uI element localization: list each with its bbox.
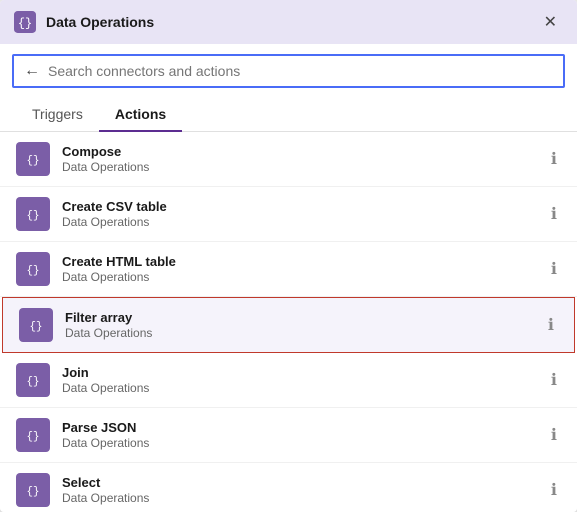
back-button[interactable]: ← [24, 62, 40, 80]
action-text-filter-array: Filter array Data Operations [65, 310, 532, 340]
action-sub-compose: Data Operations [62, 160, 535, 174]
action-name-create-html: Create HTML table [62, 254, 535, 269]
svg-text:{}: {} [27, 376, 40, 388]
action-item-join[interactable]: {} Join Data Operations ℹ [0, 353, 577, 408]
action-sub-select: Data Operations [62, 491, 535, 505]
svg-text:{}: {} [27, 155, 40, 167]
action-text-join: Join Data Operations [62, 365, 535, 395]
action-text-create-csv: Create CSV table Data Operations [62, 199, 535, 229]
tabs-bar: Triggers Actions [0, 98, 577, 132]
tab-actions[interactable]: Actions [99, 98, 182, 132]
action-item-parse-json[interactable]: {} Parse JSON Data Operations ℹ [0, 408, 577, 463]
action-sub-parse-json: Data Operations [62, 436, 535, 450]
svg-text:{}: {} [27, 431, 40, 443]
svg-text:{}: {} [27, 486, 40, 498]
info-button-create-html[interactable]: ℹ [547, 257, 561, 281]
info-button-filter-array[interactable]: ℹ [544, 313, 558, 337]
action-text-compose: Compose Data Operations [62, 144, 535, 174]
action-icon-compose: {} [16, 142, 50, 176]
dialog: {} Data Operations ✕ ← Triggers Actions … [0, 0, 577, 512]
title-bar: {} Data Operations ✕ [0, 0, 577, 44]
action-name-compose: Compose [62, 144, 535, 159]
info-button-join[interactable]: ℹ [547, 368, 561, 392]
svg-text:{}: {} [27, 210, 40, 222]
action-name-filter-array: Filter array [65, 310, 532, 325]
action-icon-select: {} [16, 473, 50, 507]
svg-text:{}: {} [27, 265, 40, 277]
action-text-parse-json: Parse JSON Data Operations [62, 420, 535, 450]
action-sub-join: Data Operations [62, 381, 535, 395]
action-name-select: Select [62, 475, 535, 490]
info-button-compose[interactable]: ℹ [547, 147, 561, 171]
action-name-create-csv: Create CSV table [62, 199, 535, 214]
dialog-title: Data Operations [46, 14, 528, 30]
action-icon-create-csv: {} [16, 197, 50, 231]
svg-text:{}: {} [18, 17, 32, 31]
action-sub-create-html: Data Operations [62, 270, 535, 284]
action-icon-parse-json: {} [16, 418, 50, 452]
action-icon-filter-array: {} [19, 308, 53, 342]
action-icon-join: {} [16, 363, 50, 397]
action-item-select[interactable]: {} Select Data Operations ℹ [0, 463, 577, 512]
action-sub-filter-array: Data Operations [65, 326, 532, 340]
action-item-compose[interactable]: {} Compose Data Operations ℹ [0, 132, 577, 187]
actions-list: {} Compose Data Operations ℹ {} Create C… [0, 132, 577, 512]
action-sub-create-csv: Data Operations [62, 215, 535, 229]
close-button[interactable]: ✕ [538, 10, 563, 34]
info-button-create-csv[interactable]: ℹ [547, 202, 561, 226]
action-item-create-html[interactable]: {} Create HTML table Data Operations ℹ [0, 242, 577, 297]
action-text-create-html: Create HTML table Data Operations [62, 254, 535, 284]
action-name-join: Join [62, 365, 535, 380]
svg-text:{}: {} [30, 321, 43, 333]
search-bar: ← [12, 54, 565, 88]
action-name-parse-json: Parse JSON [62, 420, 535, 435]
action-icon-create-html: {} [16, 252, 50, 286]
action-item-filter-array[interactable]: {} Filter array Data Operations ℹ [2, 297, 575, 353]
action-item-create-csv[interactable]: {} Create CSV table Data Operations ℹ [0, 187, 577, 242]
data-operations-icon: {} [14, 11, 36, 33]
info-button-parse-json[interactable]: ℹ [547, 423, 561, 447]
action-text-select: Select Data Operations [62, 475, 535, 505]
search-input[interactable] [48, 63, 553, 79]
info-button-select[interactable]: ℹ [547, 478, 561, 502]
tab-triggers[interactable]: Triggers [16, 98, 99, 132]
